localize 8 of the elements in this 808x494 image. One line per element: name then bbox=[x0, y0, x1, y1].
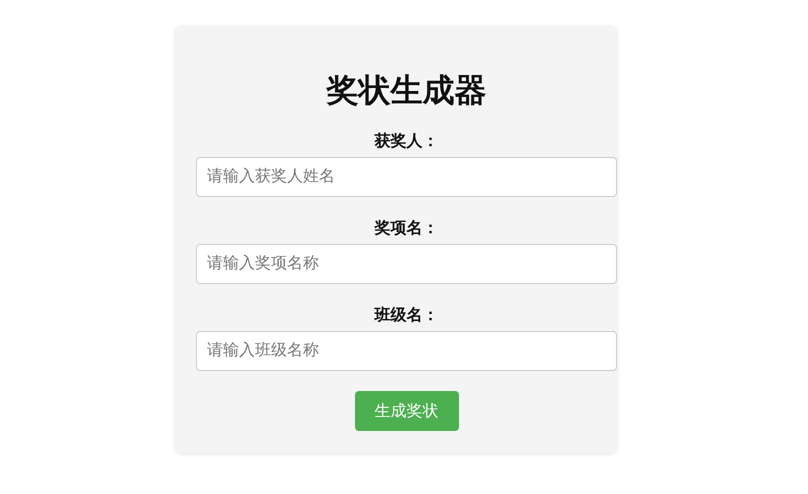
generate-button[interactable]: 生成奖状 bbox=[354, 391, 458, 431]
field-label: 奖项名： bbox=[374, 219, 438, 239]
input-field[interactable]: 请输入班级名称 bbox=[196, 331, 617, 371]
field-label: 班级名： bbox=[374, 306, 438, 326]
field-label: 获奖人： bbox=[374, 132, 438, 152]
input-field[interactable]: 请输入奖项名称 bbox=[196, 244, 617, 284]
input-field[interactable]: 请输入获奖人姓名 bbox=[196, 157, 617, 197]
page-title: 奖状生成器 bbox=[326, 71, 486, 110]
